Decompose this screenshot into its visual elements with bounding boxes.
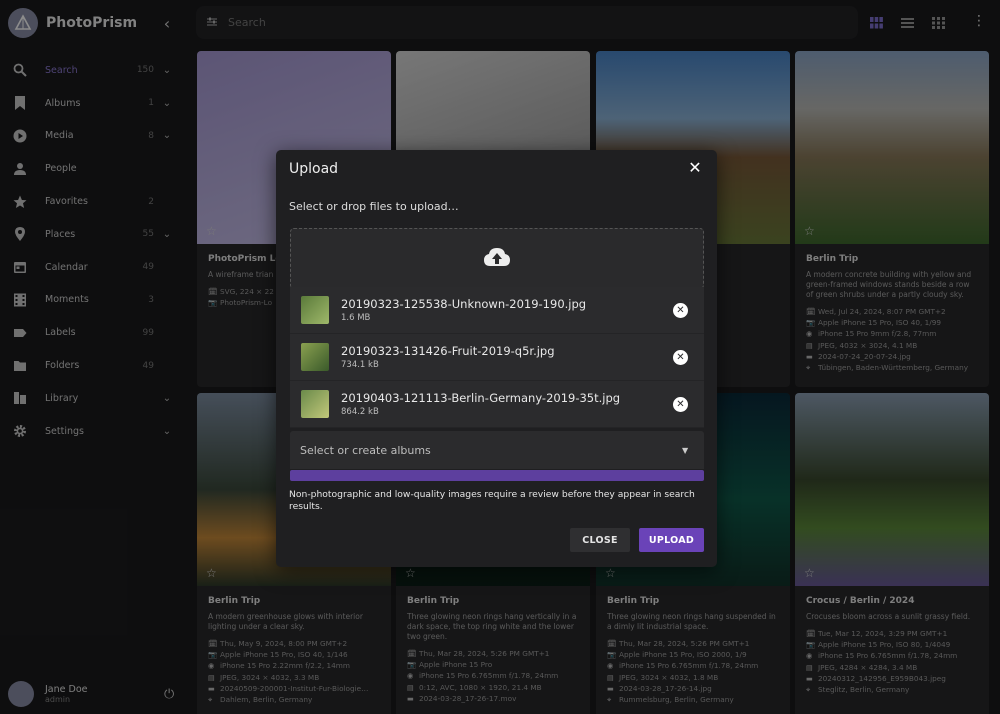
- upload-progress-fill: [290, 470, 704, 481]
- file-name: 20190403-121113-Berlin-Germany-2019-35t.…: [341, 391, 621, 405]
- upload-dialog: Upload ✕ Select or drop files to upload……: [276, 150, 717, 567]
- album-select-placeholder: Select or create albums: [300, 443, 431, 457]
- file-thumbnail: [301, 296, 329, 324]
- app: PhotoPrism ‹ Search 150 ⌄ Albums 1 ⌄ Media 8 ⌄ Pe…: [0, 0, 1000, 714]
- album-select[interactable]: Select or create albums ▼: [290, 431, 704, 469]
- file-size: 864.2 kB: [341, 407, 379, 417]
- file-name: 20190323-125538-Unknown-2019-190.jpg: [341, 297, 587, 311]
- chevron-down-icon[interactable]: ▼: [682, 446, 692, 455]
- file-info: 20190323-125538-Unknown-2019-190.jpg 1.6 …: [341, 297, 673, 323]
- file-size: 1.6 MB: [341, 313, 371, 323]
- cloud-upload-icon: [483, 246, 511, 272]
- file-name: 20190323-131426-Fruit-2019-q5r.jpg: [341, 344, 555, 358]
- upload-file-item: 20190323-131426-Fruit-2019-q5r.jpg 734.1 …: [290, 334, 704, 381]
- dialog-title: Upload: [289, 161, 339, 177]
- file-info: 20190403-121113-Berlin-Germany-2019-35t.…: [341, 391, 673, 417]
- review-notice: Non-photographic and low-quality images …: [289, 489, 695, 512]
- file-info: 20190323-131426-Fruit-2019-q5r.jpg 734.1 …: [341, 344, 673, 370]
- upload-file-item: 20190403-121113-Berlin-Germany-2019-35t.…: [290, 381, 704, 428]
- close-button[interactable]: CLOSE: [570, 528, 630, 552]
- remove-file-icon[interactable]: ✕: [673, 396, 688, 412]
- file-size: 734.1 kB: [341, 360, 379, 370]
- remove-file-icon[interactable]: ✕: [673, 349, 688, 365]
- upload-progress-bar: [290, 470, 704, 481]
- upload-file-list: 20190323-125538-Unknown-2019-190.jpg 1.6 …: [290, 287, 704, 428]
- remove-file-icon[interactable]: ✕: [673, 302, 688, 318]
- file-thumbnail: [301, 390, 329, 418]
- upload-button[interactable]: UPLOAD: [639, 528, 704, 552]
- file-thumbnail: [301, 343, 329, 371]
- close-icon[interactable]: ✕: [685, 158, 705, 178]
- upload-dropzone[interactable]: [290, 228, 704, 289]
- upload-file-item: 20190323-125538-Unknown-2019-190.jpg 1.6 …: [290, 287, 704, 334]
- dialog-subtitle: Select or drop files to upload…: [289, 200, 459, 213]
